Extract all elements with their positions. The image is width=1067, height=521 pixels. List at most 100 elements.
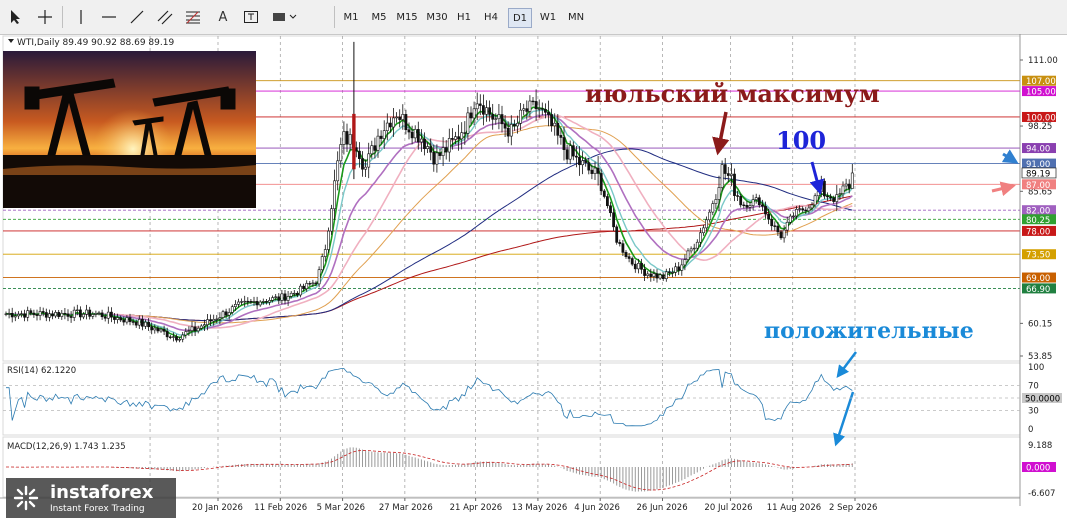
candle-body xyxy=(509,124,513,137)
candle-body xyxy=(748,205,752,208)
candle-body xyxy=(708,211,712,221)
arrow-91-level xyxy=(1001,149,1019,164)
candle-body xyxy=(826,195,829,198)
candle-body xyxy=(528,100,532,112)
crosshair-icon[interactable] xyxy=(34,6,56,28)
fibonacci-icon[interactable] xyxy=(182,6,204,28)
candle-body xyxy=(556,122,560,136)
candle-body xyxy=(230,306,234,313)
arrow-87-level xyxy=(991,181,1016,197)
candle-body xyxy=(596,167,600,174)
candle-body xyxy=(246,300,250,303)
candle-body xyxy=(181,334,185,340)
candle-body xyxy=(91,314,95,317)
candle-body xyxy=(196,327,200,332)
candle-body xyxy=(416,129,420,143)
logo-name: instaforex xyxy=(50,482,154,503)
tf-m1[interactable]: M1 xyxy=(339,8,363,26)
rsi-line xyxy=(6,368,853,427)
candle-body xyxy=(264,301,268,303)
candle-body xyxy=(305,283,309,290)
candle-body xyxy=(646,273,650,276)
tf-h1[interactable]: H1 xyxy=(453,8,475,26)
candle-body xyxy=(336,160,340,182)
equidistant-channel-icon[interactable] xyxy=(154,6,176,28)
text-icon[interactable]: A xyxy=(212,6,234,28)
candle-body xyxy=(38,311,42,316)
candle-body xyxy=(559,135,563,138)
candle-body xyxy=(531,100,535,103)
tf-m30[interactable]: M30 xyxy=(423,8,451,26)
tf-mn[interactable]: MN xyxy=(563,8,589,26)
arrow-100 xyxy=(809,161,825,195)
candle-body xyxy=(103,316,107,319)
candle-body xyxy=(57,312,61,317)
macd-current-label: 0.000 xyxy=(1026,464,1050,474)
candle-body xyxy=(277,296,281,301)
candle-body xyxy=(255,301,259,306)
candle-body xyxy=(714,199,718,204)
cursor-icon[interactable] xyxy=(4,6,26,28)
candle-body xyxy=(308,283,312,285)
candle-body xyxy=(237,301,240,305)
candle-body xyxy=(717,187,721,200)
price-axis-label: 60.15 xyxy=(1028,319,1052,329)
trendline-icon[interactable] xyxy=(126,6,148,28)
symbol-dropdown-icon xyxy=(8,39,14,43)
text-label-icon[interactable] xyxy=(240,6,262,28)
candle-body xyxy=(47,313,51,318)
macd-axis-label: -6.607 xyxy=(1028,489,1055,499)
candle-body xyxy=(525,108,529,112)
candle-body xyxy=(215,318,219,321)
candle-body xyxy=(655,273,659,279)
tf-m15[interactable]: M15 xyxy=(393,8,421,26)
candle-body xyxy=(472,108,476,119)
candle-body xyxy=(32,312,36,315)
annotation-july-max: июльский максимум xyxy=(585,79,880,108)
candle-body xyxy=(736,195,740,197)
candle-body xyxy=(429,146,433,153)
time-axis-label: 5 Mar 2026 xyxy=(317,503,365,513)
horizontal-line-icon[interactable] xyxy=(98,6,120,28)
candle-body xyxy=(234,304,237,307)
candle-body xyxy=(615,226,619,243)
candle-body xyxy=(271,297,275,301)
price-level-label: 89.19 xyxy=(1026,169,1050,179)
tf-m5[interactable]: M5 xyxy=(367,8,391,26)
candle-body xyxy=(816,191,820,197)
candle-body xyxy=(168,336,172,338)
instaforex-logo: instaforex Instant Forex Trading xyxy=(6,478,176,518)
candle-body xyxy=(543,109,547,113)
vertical-line-icon[interactable] xyxy=(70,6,92,28)
candle-body xyxy=(141,319,144,327)
candle-body xyxy=(165,331,169,338)
candle-body xyxy=(534,101,538,110)
candle-body xyxy=(342,131,346,145)
candle-body xyxy=(791,215,795,218)
candle-body xyxy=(413,129,417,139)
candle-body xyxy=(128,317,132,322)
candle-body xyxy=(376,135,380,151)
candle-body xyxy=(677,266,681,271)
price-level-label: 105.00 xyxy=(1026,88,1056,98)
logo-tagline: Instant Forex Trading xyxy=(50,504,145,514)
ma-red-line xyxy=(5,195,853,322)
candle-body xyxy=(75,309,79,311)
tf-d1[interactable]: D1 xyxy=(508,8,532,28)
rsi-pane-frame xyxy=(2,362,1021,436)
candle-body xyxy=(788,215,792,223)
candle-body xyxy=(26,310,30,318)
tf-h4[interactable]: H4 xyxy=(480,8,502,26)
candle-body xyxy=(392,117,395,128)
candle-body xyxy=(807,207,811,212)
candle-body xyxy=(137,319,141,326)
candle-body xyxy=(835,194,839,202)
price-level-label: 73.50 xyxy=(1026,251,1050,261)
candle-body xyxy=(85,309,89,315)
shapes-icon[interactable] xyxy=(268,6,300,28)
candle-body xyxy=(283,293,287,301)
candle-body xyxy=(382,130,386,139)
candle-body xyxy=(581,160,585,166)
tf-w1[interactable]: W1 xyxy=(536,8,560,26)
candle-body xyxy=(689,248,693,252)
